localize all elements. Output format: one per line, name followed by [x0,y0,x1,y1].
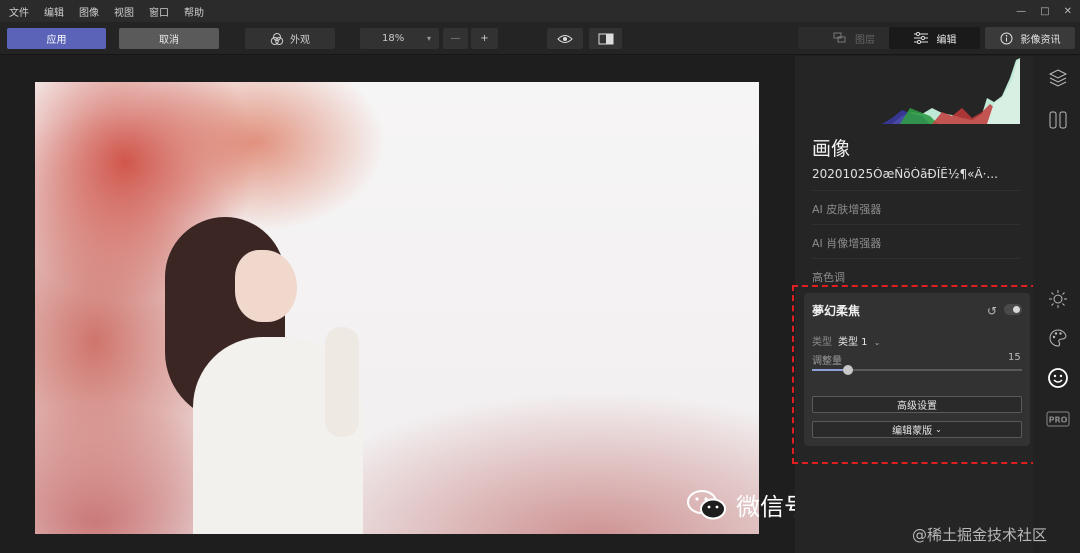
window-controls: — □ ✕ [1016,0,1072,22]
look-label: 外观 [290,35,310,46]
edit-tab[interactable]: 编辑 [889,27,980,49]
layers-icon[interactable] [1044,64,1072,92]
credit-text: @稀土掘金技术社区 [912,526,1048,544]
canvas-area[interactable] [0,56,795,553]
palette-icon[interactable] [1044,324,1072,352]
look-button[interactable]: 外观 [245,28,335,49]
zoom-out-button[interactable]: — [443,28,468,49]
menu-window[interactable]: 窗口 [149,4,169,19]
menu-view[interactable]: 视图 [114,4,134,19]
menu-help[interactable]: 帮助 [184,4,204,19]
layers-tab-label: 图层 [855,34,875,46]
section-ai-portrait[interactable]: AI 肖像增强器 [812,224,1020,256]
section-ai-skin[interactable]: AI 皮肤增强器 [812,190,1020,222]
preview-toggle-button[interactable] [547,28,583,49]
split-view-icon [598,33,613,44]
pro-icon[interactable]: PRO [1044,405,1072,433]
cancel-button[interactable]: 取消 [119,28,219,49]
file-name: 20201025ÒæÑõÓãÐÎÊ½¶«Â·... [812,167,998,181]
wechat-icon [687,489,726,519]
toolbar: 应用 取消 外观 18% ▾ — + 图层 编辑 影像资讯 [0,22,1080,55]
menu-edit[interactable]: 编辑 [44,4,64,19]
photo-subject-face [235,250,297,322]
photo-subject-arm [325,327,359,437]
app-window: 文件 编辑 图像 视图 窗口 帮助 — □ ✕ 应用 取消 外观 18% ▾ —… [0,0,1080,553]
zoom-in-button[interactable]: + [471,28,498,49]
apply-button[interactable]: 应用 [7,28,106,49]
minimize-icon[interactable]: — [1016,6,1026,17]
histogram [882,58,1020,124]
close-icon[interactable]: ✕ [1064,6,1072,17]
info-tab[interactable]: 影像资讯 [985,27,1075,49]
svg-text:PRO: PRO [1049,416,1068,425]
compare-button[interactable] [589,28,622,49]
compare-panel-icon[interactable] [1044,106,1072,134]
menu-image[interactable]: 图像 [79,4,99,19]
info-icon [1000,32,1012,44]
menu-file[interactable]: 文件 [9,4,29,19]
panel-title: 画像 [812,138,851,160]
zoom-select[interactable]: 18% ▾ [360,28,439,49]
portrait-photo[interactable] [35,82,759,534]
sliders-icon [913,32,928,44]
layers-tab-icon [833,32,846,43]
look-icon [270,32,284,45]
edit-tab-label: 编辑 [936,34,957,46]
menubar: 文件 编辑 图像 视图 窗口 帮助 — □ ✕ [0,0,1080,22]
chevron-down-icon: ▾ [426,34,431,43]
eye-icon [557,34,573,43]
zoom-value: 18% [382,33,405,44]
info-tab-label: 影像资讯 [1020,34,1061,46]
sun-icon[interactable] [1044,285,1072,313]
maximize-icon[interactable]: □ [1040,6,1049,17]
smile-icon[interactable] [1044,364,1072,392]
